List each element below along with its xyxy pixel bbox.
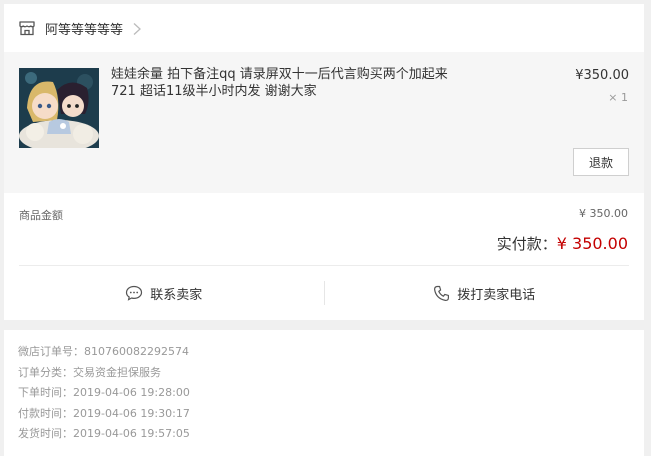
call-seller-button[interactable]: 拨打卖家电话: [325, 266, 645, 320]
contact-seller-button[interactable]: 联系卖家: [4, 266, 324, 320]
chevron-right-icon: [132, 21, 142, 35]
amount-section: 商品金额 ¥ 350.00 实付款：¥ 350.00 联系卖家 拨打卖家电话: [4, 193, 644, 320]
shipping-time: 发货时间：2019-04-06 19:57:05: [18, 427, 190, 440]
order-time: 下单时间：2019-04-06 19:28:00: [18, 386, 190, 399]
order-number: 微店订单号：810760082292574: [18, 345, 189, 358]
shop-link[interactable]: 阿等等等等等: [4, 4, 644, 52]
seller-actions: 联系卖家 拨打卖家电话: [4, 266, 644, 320]
refund-button[interactable]: 退款: [573, 148, 629, 176]
call-seller-label: 拨打卖家电话: [457, 287, 536, 303]
chat-bubble-icon: [126, 285, 143, 301]
product-title[interactable]: 娃娃余量 拍下备注qq 请录屏双十一后代言购买两个加起来721 超话11级半小时…: [111, 66, 461, 100]
shop-header: 阿等等等等等: [4, 4, 644, 52]
paid-amount: 实付款：¥ 350.00: [497, 233, 628, 254]
payment-time: 付款时间：2019-04-06 19:30:17: [18, 406, 190, 420]
order-info: 微店订单号：810760082292574 订单分类：交易资金担保服务 下单时间…: [4, 330, 644, 456]
paid-amount-label: 实付款：: [496, 235, 557, 253]
phone-icon: [434, 285, 450, 301]
shop-name: 阿等等等等等: [45, 22, 124, 38]
paid-amount-value: ¥ 350.00: [556, 234, 628, 253]
shop-icon: [18, 19, 36, 37]
order-category: 订单分类：交易资金担保服务: [18, 365, 161, 379]
product-quantity: × 1: [608, 91, 628, 104]
product-thumbnail[interactable]: [19, 68, 99, 148]
goods-amount-label: 商品金额: [19, 209, 63, 222]
goods-amount-value: ¥ 350.00: [579, 207, 628, 220]
contact-seller-label: 联系卖家: [150, 287, 203, 303]
order-info-list: 微店订单号：810760082292574 订单分类：交易资金担保服务 下单时间…: [18, 342, 190, 445]
product-item: 娃娃余量 拍下备注qq 请录屏双十一后代言购买两个加起来721 超话11级半小时…: [4, 52, 644, 193]
product-price: ¥350.00: [575, 68, 629, 83]
